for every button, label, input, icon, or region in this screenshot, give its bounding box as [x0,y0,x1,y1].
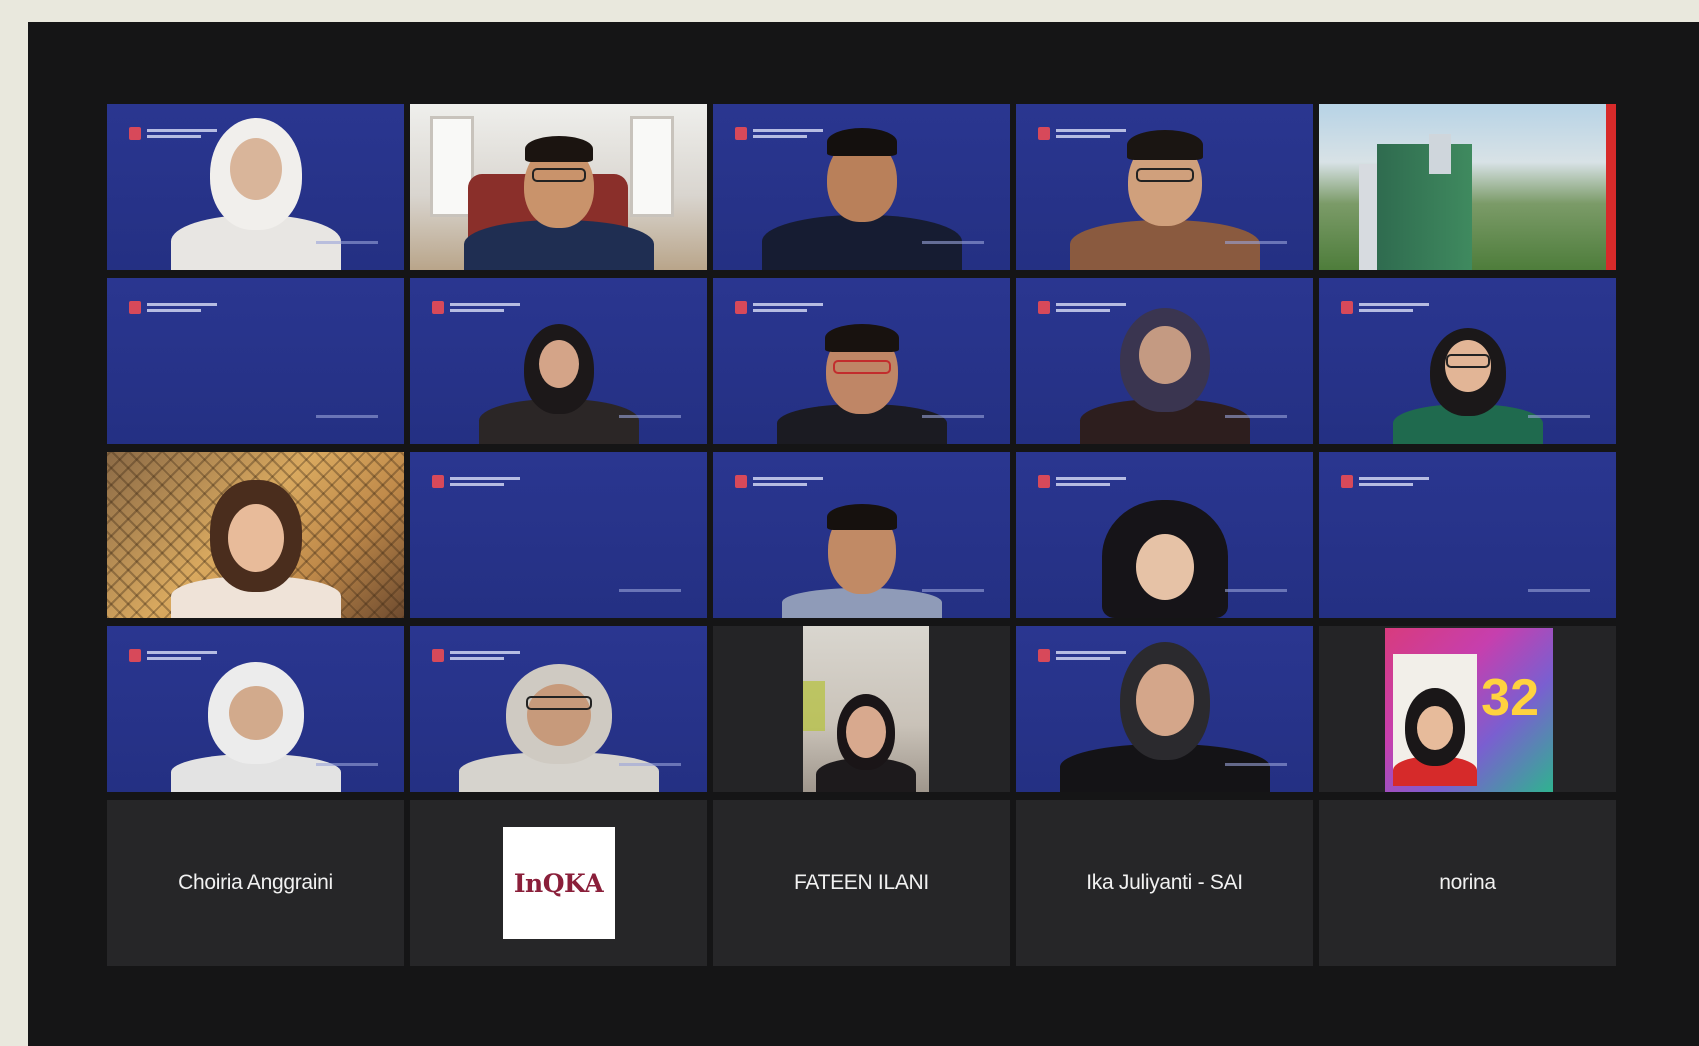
participant-figure [772,493,952,618]
meeting-window: 32 Choiria Anggraini InQKA FATEEN ILANI … [28,22,1699,1046]
participant-name: FATEEN ILANI [794,871,929,894]
participant-video-tile[interactable] [410,452,707,618]
participant-video-tile[interactable] [107,104,404,270]
participant-figure [1383,328,1553,444]
university-logo [735,474,875,488]
profile-poster: 32 [1385,628,1553,792]
university-logo [129,648,269,662]
university-logo [1341,300,1481,314]
participant-video-tile[interactable] [1319,452,1616,618]
participant-video-tile[interactable] [713,452,1010,618]
participant-video-tile[interactable] [107,626,404,792]
university-logo [432,300,572,314]
participant-video-tile[interactable] [107,452,404,618]
participant-video-tile[interactable] [410,104,707,270]
participant-figure [1090,498,1240,618]
participant-video-tile[interactable] [410,626,707,792]
participant-figure [1393,676,1477,786]
inqka-logo-text: InQKA [513,868,604,898]
participant-figure [474,324,644,444]
university-logo [129,300,269,314]
participant-figure [459,120,659,270]
university-logo [735,300,875,314]
participant-video-tile[interactable] [1016,278,1313,444]
participant-name-tile[interactable]: Choiria Anggraini [107,800,404,966]
university-logo [1038,474,1178,488]
participant-video-tile[interactable] [1319,104,1616,270]
participant-video-tile[interactable] [1016,452,1313,618]
participant-name: Choiria Anggraini [178,871,333,894]
participant-video-tile[interactable] [410,278,707,444]
university-logo [432,648,572,662]
gallery-grid: 32 Choiria Anggraini InQKA FATEEN ILANI … [107,104,1616,966]
participant-name-tile[interactable]: InQKA [410,800,707,966]
participant-video-tile[interactable] [1319,278,1616,444]
participant-video-tile[interactable] [107,278,404,444]
participant-video-tile[interactable] [1016,104,1313,270]
participant-name: norina [1439,871,1496,894]
participant-figure [1059,642,1270,792]
participant-figure [772,324,952,444]
participant-figure [1065,120,1265,270]
participant-figure [811,682,921,792]
inqka-logo: InQKA [502,827,615,939]
participant-figure [166,478,346,618]
participant-figure [1075,308,1255,444]
participant-figure [166,662,346,792]
participant-name-tile[interactable]: FATEEN ILANI [713,800,1010,966]
participant-video-tile[interactable] [713,278,1010,444]
participant-name: Ika Juliyanti - SAI [1086,871,1243,894]
participant-video-tile[interactable] [1016,626,1313,792]
participant-figure [166,118,346,270]
participant-figure [761,120,962,270]
participant-name-tile[interactable]: norina [1319,800,1616,966]
poster-number: 32 [1481,669,1539,727]
participant-video-tile[interactable] [713,626,1010,792]
university-logo [1341,474,1481,488]
participant-video-tile[interactable]: 32 [1319,626,1616,792]
participant-video-tile[interactable] [713,104,1010,270]
university-logo [432,474,572,488]
participant-name-tile[interactable]: Ika Juliyanti - SAI [1016,800,1313,966]
participant-figure [458,662,659,792]
